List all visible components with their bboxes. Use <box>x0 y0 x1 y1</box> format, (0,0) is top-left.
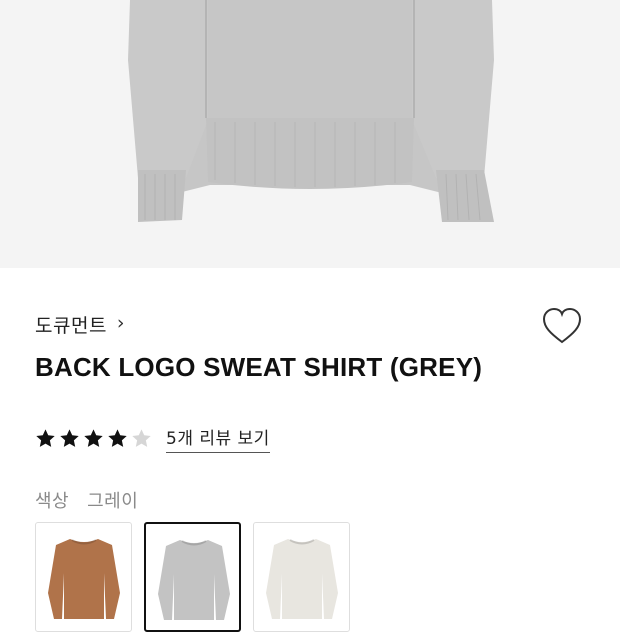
star-empty-icon <box>132 428 151 447</box>
chevron-right-icon: › <box>116 312 125 334</box>
wishlist-heart-button[interactable] <box>540 305 584 349</box>
brand-link[interactable]: 도큐먼트 › <box>35 309 125 339</box>
color-swatch-grey[interactable] <box>144 522 241 632</box>
selected-color-value: 그레이 <box>87 491 139 512</box>
rating-stars <box>35 428 152 449</box>
product-title: BACK LOGO SWEAT SHIRT (GREY) <box>35 352 483 382</box>
star-filled-icon <box>108 428 127 447</box>
heart-outline-icon <box>542 307 582 344</box>
grey-sweatshirt-image <box>128 0 494 222</box>
color-swatch-ivory[interactable] <box>253 522 350 632</box>
star-filled-icon <box>84 428 103 447</box>
review-link[interactable]: 5개 리뷰 보기 <box>166 424 270 453</box>
color-selection-label: 색상 그레이 <box>35 487 138 513</box>
sweatshirt-thumbnail <box>266 539 338 619</box>
sweatshirt-thumbnail <box>158 540 230 620</box>
star-filled-icon <box>60 428 79 447</box>
color-swatches <box>35 522 350 632</box>
star-filled-icon <box>36 428 55 447</box>
sweatshirt-thumbnail <box>48 539 120 619</box>
color-swatch-brown[interactable] <box>35 522 132 632</box>
rating-row: 5개 리뷰 보기 <box>35 424 270 453</box>
color-label: 색상 <box>35 491 70 512</box>
brand-name: 도큐먼트 <box>35 314 107 337</box>
product-hero-image[interactable] <box>0 0 620 268</box>
